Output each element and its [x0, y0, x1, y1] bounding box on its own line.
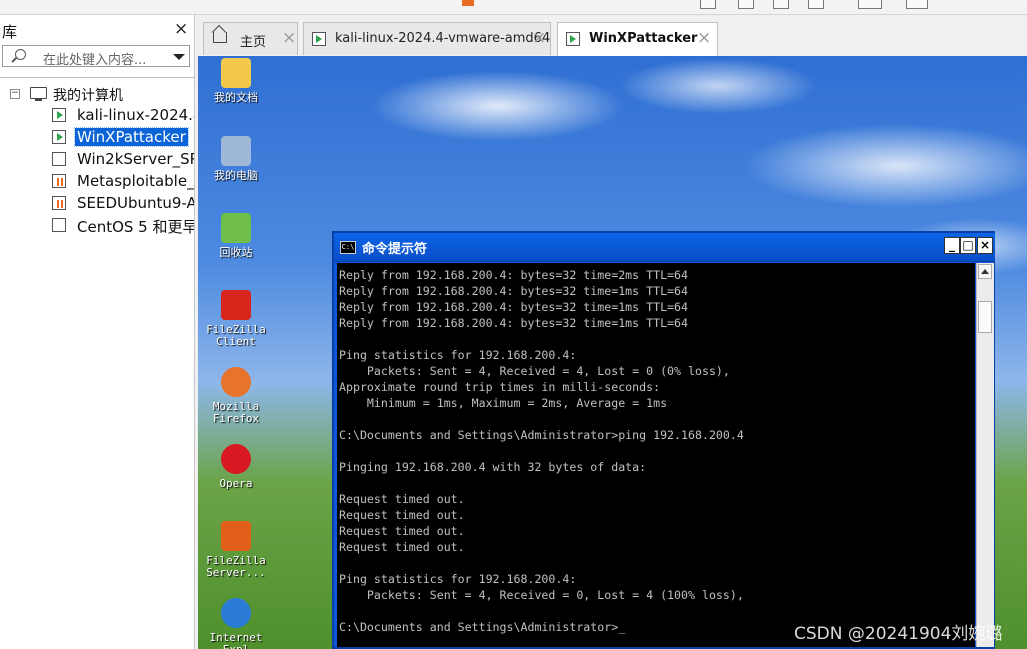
opera-icon — [221, 444, 251, 474]
chevron-down-icon[interactable] — [173, 54, 185, 60]
desktop-icon-label: Mozilla Firefox — [212, 400, 260, 425]
close-icon[interactable]: × — [282, 28, 296, 48]
recycle-bin-icon — [221, 213, 251, 243]
orange-toolbar-icon[interactable] — [462, 0, 474, 6]
tab-label: 主页 — [240, 35, 267, 50]
vm-name: CentOS 5 和更早 — [77, 218, 194, 236]
desktop-icon-label: 我的文档 — [214, 91, 258, 104]
close-button[interactable]: × — [977, 237, 993, 254]
cmd-title: 命令提示符 — [362, 242, 428, 257]
internet-explorer-icon — [221, 598, 251, 628]
desktop-icon-recycle-bin[interactable]: 回收站 — [206, 213, 266, 259]
library-search-input[interactable]: 在此处键入内容... — [2, 45, 190, 68]
desktop-icon-label: 回收站 — [219, 246, 253, 259]
library-title: 库 — [2, 23, 18, 41]
tree-item-vm[interactable]: SEEDUbuntu9-A — [52, 193, 194, 214]
vm-name: SEEDUbuntu9-A — [77, 194, 194, 212]
vm-running-icon — [312, 32, 326, 46]
desktop-icon-internet-explorer[interactable]: Internet Expl — [206, 598, 266, 649]
filezilla-server-icon — [221, 521, 251, 551]
vm-running-icon — [52, 108, 66, 122]
cmd-output: Reply from 192.168.200.4: bytes=32 time=… — [339, 268, 744, 634]
cmd-window[interactable]: C:\ 命令提示符 _ □ × Reply from 192.168.200.4… — [332, 231, 995, 649]
cmd-scrollbar[interactable] — [976, 263, 994, 647]
tree-item-vm-selected[interactable]: WinXPattacker — [52, 127, 194, 148]
cmd-console[interactable]: Reply from 192.168.200.4: bytes=32 time=… — [337, 263, 975, 647]
scrollbar-thumb[interactable] — [978, 301, 992, 333]
vm-name: Win2kServer_SP — [77, 150, 194, 168]
vm-icon — [52, 218, 66, 232]
scroll-up-icon[interactable] — [978, 264, 992, 279]
desktop-icon-label: Internet Expl — [209, 631, 263, 649]
tab-home[interactable]: 主页 × — [203, 22, 298, 55]
desktop-icon-label: 我的电脑 — [214, 169, 258, 182]
minimize-button[interactable]: _ — [944, 237, 960, 254]
tree-root-label: 我的计算机 — [53, 88, 123, 104]
divider — [0, 77, 194, 78]
toolbar-strip — [0, 0, 1027, 15]
tree-item-vm[interactable]: Win2kServer_SP — [52, 149, 194, 170]
desktop-icon-opera[interactable]: Opera — [206, 444, 266, 490]
cmd-titlebar[interactable]: C:\ 命令提示符 _ □ × — [334, 233, 995, 262]
vm-name: kali-linux-2024.4 — [77, 106, 194, 124]
filezilla-client-icon — [221, 290, 251, 320]
vm-icon — [52, 152, 66, 166]
close-icon[interactable]: × — [697, 28, 711, 48]
watermark: CSDN @20241904刘婉璐 — [794, 624, 1003, 644]
close-icon[interactable]: × — [174, 19, 188, 39]
desktop-icon-filezilla-client[interactable]: FileZilla Client — [206, 290, 266, 348]
maximize-button[interactable]: □ — [960, 237, 976, 254]
desktop-icon-my-documents[interactable]: 我的文档 — [206, 58, 266, 104]
view-toolbar-icon[interactable] — [808, 0, 824, 9]
computer-icon — [30, 87, 47, 101]
view-toolbar-icon[interactable] — [738, 0, 754, 9]
vm-suspended-icon — [52, 196, 66, 210]
desktop-icon-label: Opera — [219, 477, 253, 490]
collapse-icon[interactable]: − — [10, 89, 20, 99]
tab-winxp[interactable]: WinXPattacker × — [557, 22, 718, 56]
tab-label: kali-linux-2024.4-vmware-amd64 — [335, 31, 551, 46]
vm-suspended-icon — [52, 174, 66, 188]
my-documents-icon — [221, 58, 251, 88]
home-icon — [213, 32, 227, 43]
fullscreen-toolbar-icon[interactable] — [858, 0, 882, 9]
tree-item-vm[interactable]: kali-linux-2024.4 — [52, 105, 194, 126]
library-panel: 库 × 在此处键入内容... − 我的计算机 kali-linux-2024.4… — [0, 15, 195, 649]
vm-running-icon — [566, 32, 580, 46]
close-icon[interactable]: × — [532, 28, 546, 48]
desktop-icon-label: FileZilla Client — [206, 323, 266, 348]
search-placeholder: 在此处键入内容... — [43, 53, 147, 68]
my-computer-icon — [221, 136, 251, 166]
console-toolbar-icon[interactable] — [906, 0, 928, 9]
view-toolbar-icon[interactable] — [700, 0, 716, 9]
desktop-icon-firefox[interactable]: Mozilla Firefox — [206, 367, 266, 425]
tree-item-vm[interactable]: Metasploitable_ — [52, 171, 194, 192]
tab-label: WinXPattacker — [589, 31, 698, 46]
search-icon — [15, 49, 26, 60]
vm-name: WinXPattacker — [74, 127, 189, 147]
cmd-app-icon: C:\ — [340, 241, 356, 254]
desktop-icon-filezilla-server[interactable]: FileZilla Server... — [206, 521, 266, 579]
desktop-icon-my-computer[interactable]: 我的电脑 — [206, 136, 266, 182]
vm-name: Metasploitable_ — [77, 172, 194, 190]
view-toolbar-icon[interactable] — [773, 0, 789, 9]
tab-kali[interactable]: kali-linux-2024.4-vmware-amd64 × — [303, 22, 551, 55]
firefox-icon — [221, 367, 251, 397]
desktop-icon-label: FileZilla Server... — [206, 554, 266, 579]
vm-running-icon — [52, 130, 66, 144]
tree-item-vm[interactable]: CentOS 5 和更早 — [52, 215, 194, 236]
tab-bar: 主页 × kali-linux-2024.4-vmware-amd64 × Wi… — [198, 15, 1027, 56]
